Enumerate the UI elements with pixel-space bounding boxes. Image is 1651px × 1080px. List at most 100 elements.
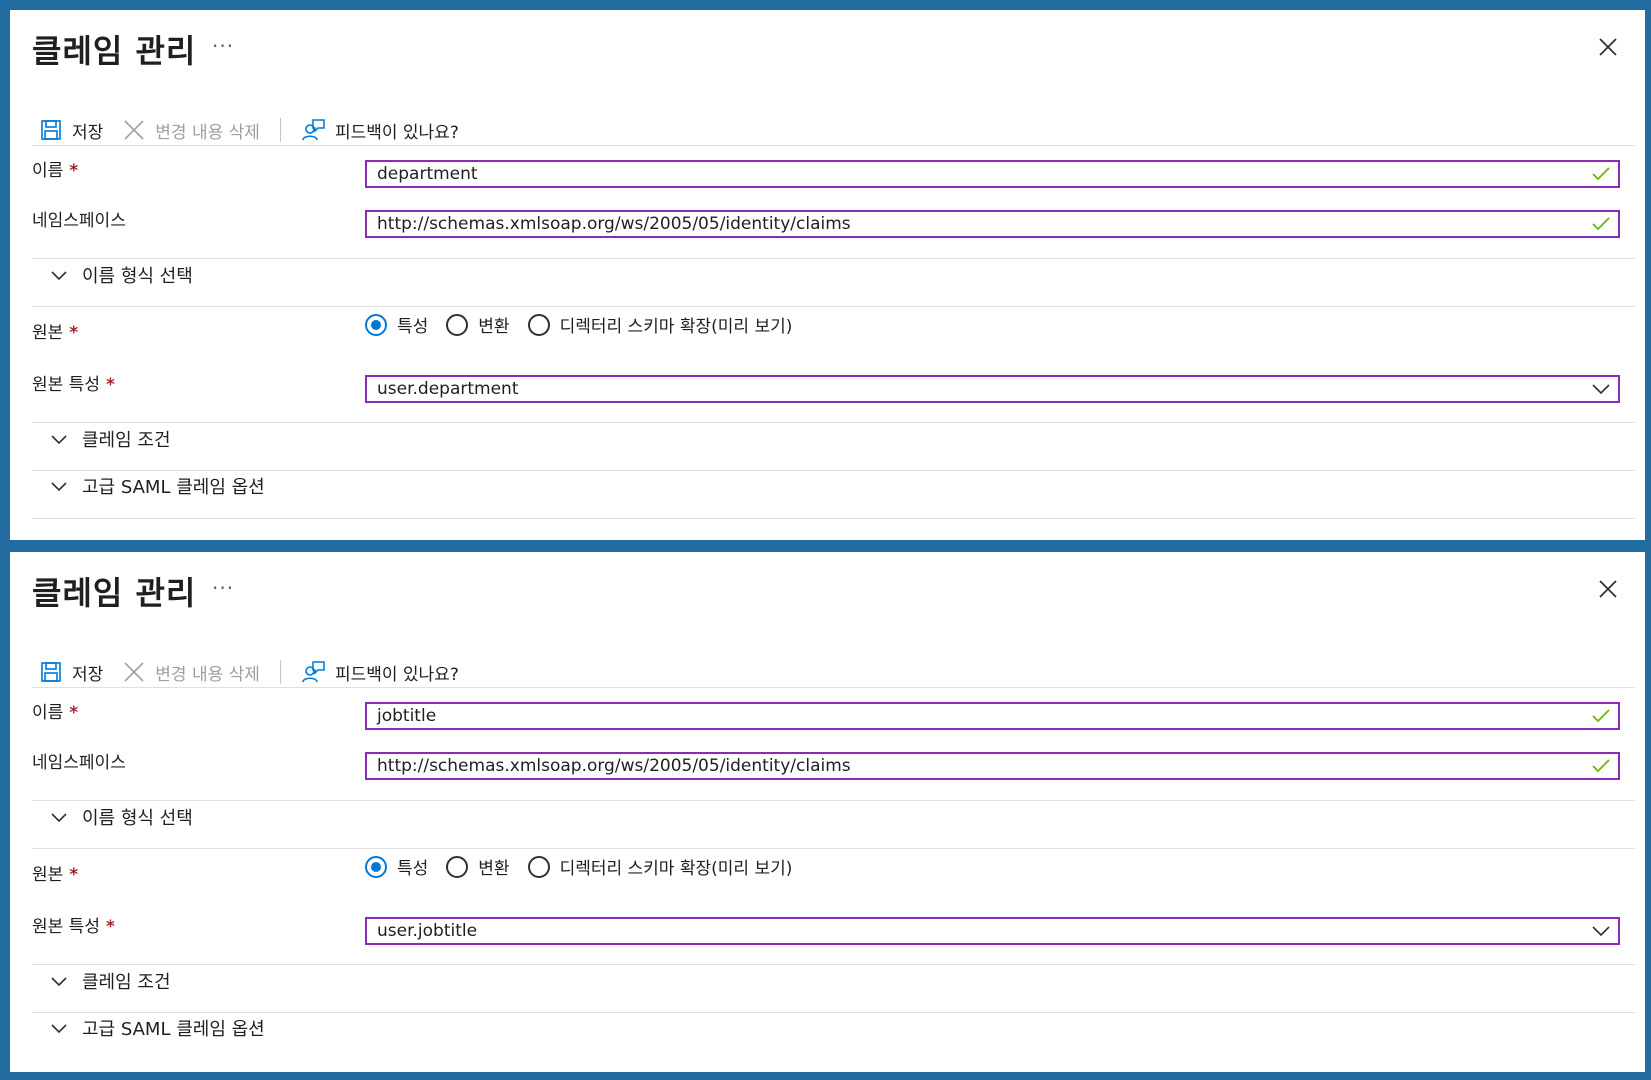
feedback-button[interactable]: 피드백이 있나요? bbox=[301, 118, 459, 143]
namespace-input[interactable]: http://schemas.xmlsoap.org/ws/2005/05/id… bbox=[365, 752, 1620, 780]
source-radio-directory-schema-extension[interactable]: 디렉터리 스키마 확장(미리 보기) bbox=[527, 854, 793, 879]
chevron-down-icon bbox=[51, 977, 67, 987]
divider bbox=[32, 848, 1635, 849]
name-input[interactable]: department bbox=[365, 160, 1620, 188]
feedback-label: 피드백이 있나요? bbox=[334, 122, 459, 143]
claim-conditions-section-label: 클레임 조건 bbox=[82, 972, 171, 993]
divider bbox=[32, 258, 1635, 259]
required-mark: * bbox=[69, 161, 79, 181]
discard-changes-label: 변경 내용 삭제 bbox=[155, 664, 260, 685]
feedback-label: 피드백이 있나요? bbox=[334, 664, 459, 685]
source-label: 원본 * bbox=[32, 865, 79, 885]
chevron-down-icon bbox=[51, 271, 67, 281]
claim-management-panel-1: 클레임 관리 ··· 저장 변경 내용 삭제 피드백이 있나요? 이름 * de… bbox=[10, 10, 1645, 540]
divider bbox=[32, 422, 1635, 423]
feedback-icon bbox=[302, 661, 325, 683]
radio-button bbox=[527, 855, 550, 878]
source-attribute-value: user.department bbox=[377, 379, 519, 399]
save-icon bbox=[41, 120, 61, 140]
radio-label: 디렉터리 스키마 확장(미리 보기) bbox=[559, 859, 793, 879]
name-label: 이름 * bbox=[32, 161, 79, 181]
feedback-icon bbox=[302, 119, 325, 141]
close-icon bbox=[124, 120, 144, 140]
source-radio-transformation[interactable]: 변환 bbox=[446, 312, 510, 337]
source-label: 원본 * bbox=[32, 323, 79, 343]
radio-label: 특성 bbox=[397, 317, 429, 337]
radio-label: 변환 bbox=[478, 317, 510, 337]
claim-management-panel-2: 클레임 관리 ··· 저장 변경 내용 삭제 피드백이 있나요? 이름 * jo… bbox=[10, 552, 1645, 1072]
radio-label: 디렉터리 스키마 확장(미리 보기) bbox=[559, 317, 793, 337]
namespace-input-value: http://schemas.xmlsoap.org/ws/2005/05/id… bbox=[377, 214, 851, 234]
name-input[interactable]: jobtitle bbox=[365, 702, 1620, 730]
namespace-label: 네임스페이스 bbox=[32, 211, 126, 231]
advanced-saml-options-section-label: 고급 SAML 클레임 옵션 bbox=[82, 1019, 265, 1040]
divider bbox=[32, 470, 1635, 471]
chevron-down-icon bbox=[51, 482, 67, 492]
source-radio-directory-schema-extension[interactable]: 디렉터리 스키마 확장(미리 보기) bbox=[527, 312, 793, 337]
source-attribute-dropdown[interactable]: user.department bbox=[365, 375, 1620, 403]
required-mark: * bbox=[69, 323, 79, 343]
source-attribute-dropdown[interactable]: user.jobtitle bbox=[365, 917, 1620, 945]
source-radio-group: 특성 변환 디렉터리 스키마 확장(미리 보기) bbox=[365, 312, 810, 337]
toolbar-divider bbox=[279, 660, 281, 684]
source-attribute-label: 원본 특성 * bbox=[32, 917, 115, 937]
advanced-saml-options-section-label: 고급 SAML 클레임 옵션 bbox=[82, 477, 265, 498]
command-bar: 저장 변경 내용 삭제 피드백이 있나요? bbox=[40, 116, 459, 144]
divider bbox=[32, 1012, 1635, 1013]
claim-conditions-section-toggle[interactable]: 클레임 조건 bbox=[50, 968, 171, 994]
chevron-down-icon bbox=[51, 813, 67, 823]
radio-label: 특성 bbox=[397, 859, 429, 879]
divider bbox=[32, 687, 1635, 688]
save-icon bbox=[41, 662, 61, 682]
save-button[interactable]: 저장 bbox=[40, 660, 103, 685]
required-mark: * bbox=[105, 917, 115, 937]
divider bbox=[32, 306, 1635, 307]
namespace-label: 네임스페이스 bbox=[32, 753, 126, 773]
more-options-button[interactable]: ··· bbox=[212, 34, 234, 58]
toolbar-divider bbox=[279, 118, 281, 142]
checkmark-icon bbox=[1592, 759, 1610, 773]
chevron-down-icon bbox=[51, 1024, 67, 1034]
page-title: 클레임 관리 bbox=[32, 32, 197, 70]
checkmark-icon bbox=[1592, 709, 1610, 723]
close-icon[interactable] bbox=[1597, 578, 1619, 600]
checkmark-icon bbox=[1592, 217, 1610, 231]
page-title: 클레임 관리 bbox=[32, 574, 197, 612]
radio-button bbox=[365, 855, 387, 878]
claim-conditions-section-toggle[interactable]: 클레임 조건 bbox=[50, 426, 171, 452]
close-icon bbox=[124, 662, 144, 682]
source-attribute-value: user.jobtitle bbox=[377, 921, 478, 941]
chevron-down-icon bbox=[1592, 926, 1610, 937]
chevron-down-icon bbox=[1592, 384, 1610, 395]
discard-changes-button[interactable]: 변경 내용 삭제 bbox=[123, 118, 260, 143]
divider bbox=[32, 145, 1635, 146]
source-radio-attribute[interactable]: 특성 bbox=[365, 312, 428, 337]
name-input-value: department bbox=[377, 164, 478, 184]
required-mark: * bbox=[69, 865, 79, 885]
namespace-input[interactable]: http://schemas.xmlsoap.org/ws/2005/05/id… bbox=[365, 210, 1620, 238]
divider bbox=[32, 800, 1635, 801]
divider bbox=[32, 964, 1635, 965]
checkmark-icon bbox=[1592, 167, 1610, 181]
save-label: 저장 bbox=[72, 122, 104, 143]
source-attribute-label: 원본 특성 * bbox=[32, 375, 115, 395]
radio-button bbox=[365, 313, 387, 336]
feedback-button[interactable]: 피드백이 있나요? bbox=[301, 660, 459, 685]
name-format-section-label: 이름 형식 선택 bbox=[82, 266, 193, 287]
discard-changes-button[interactable]: 변경 내용 삭제 bbox=[123, 660, 260, 685]
discard-changes-label: 변경 내용 삭제 bbox=[155, 122, 260, 143]
source-radio-transformation[interactable]: 변환 bbox=[446, 854, 510, 879]
name-format-section-toggle[interactable]: 이름 형식 선택 bbox=[50, 262, 193, 288]
radio-button bbox=[527, 313, 550, 336]
more-options-button[interactable]: ··· bbox=[212, 576, 234, 600]
save-button[interactable]: 저장 bbox=[40, 118, 103, 143]
name-format-section-toggle[interactable]: 이름 형식 선택 bbox=[50, 804, 193, 830]
radio-label: 변환 bbox=[478, 859, 510, 879]
name-format-section-label: 이름 형식 선택 bbox=[82, 808, 193, 829]
name-label: 이름 * bbox=[32, 703, 79, 723]
close-icon[interactable] bbox=[1597, 36, 1619, 58]
advanced-saml-options-section-toggle[interactable]: 고급 SAML 클레임 옵션 bbox=[50, 473, 265, 499]
advanced-saml-options-section-toggle[interactable]: 고급 SAML 클레임 옵션 bbox=[50, 1015, 265, 1041]
source-radio-attribute[interactable]: 특성 bbox=[365, 854, 428, 879]
required-mark: * bbox=[69, 703, 79, 723]
